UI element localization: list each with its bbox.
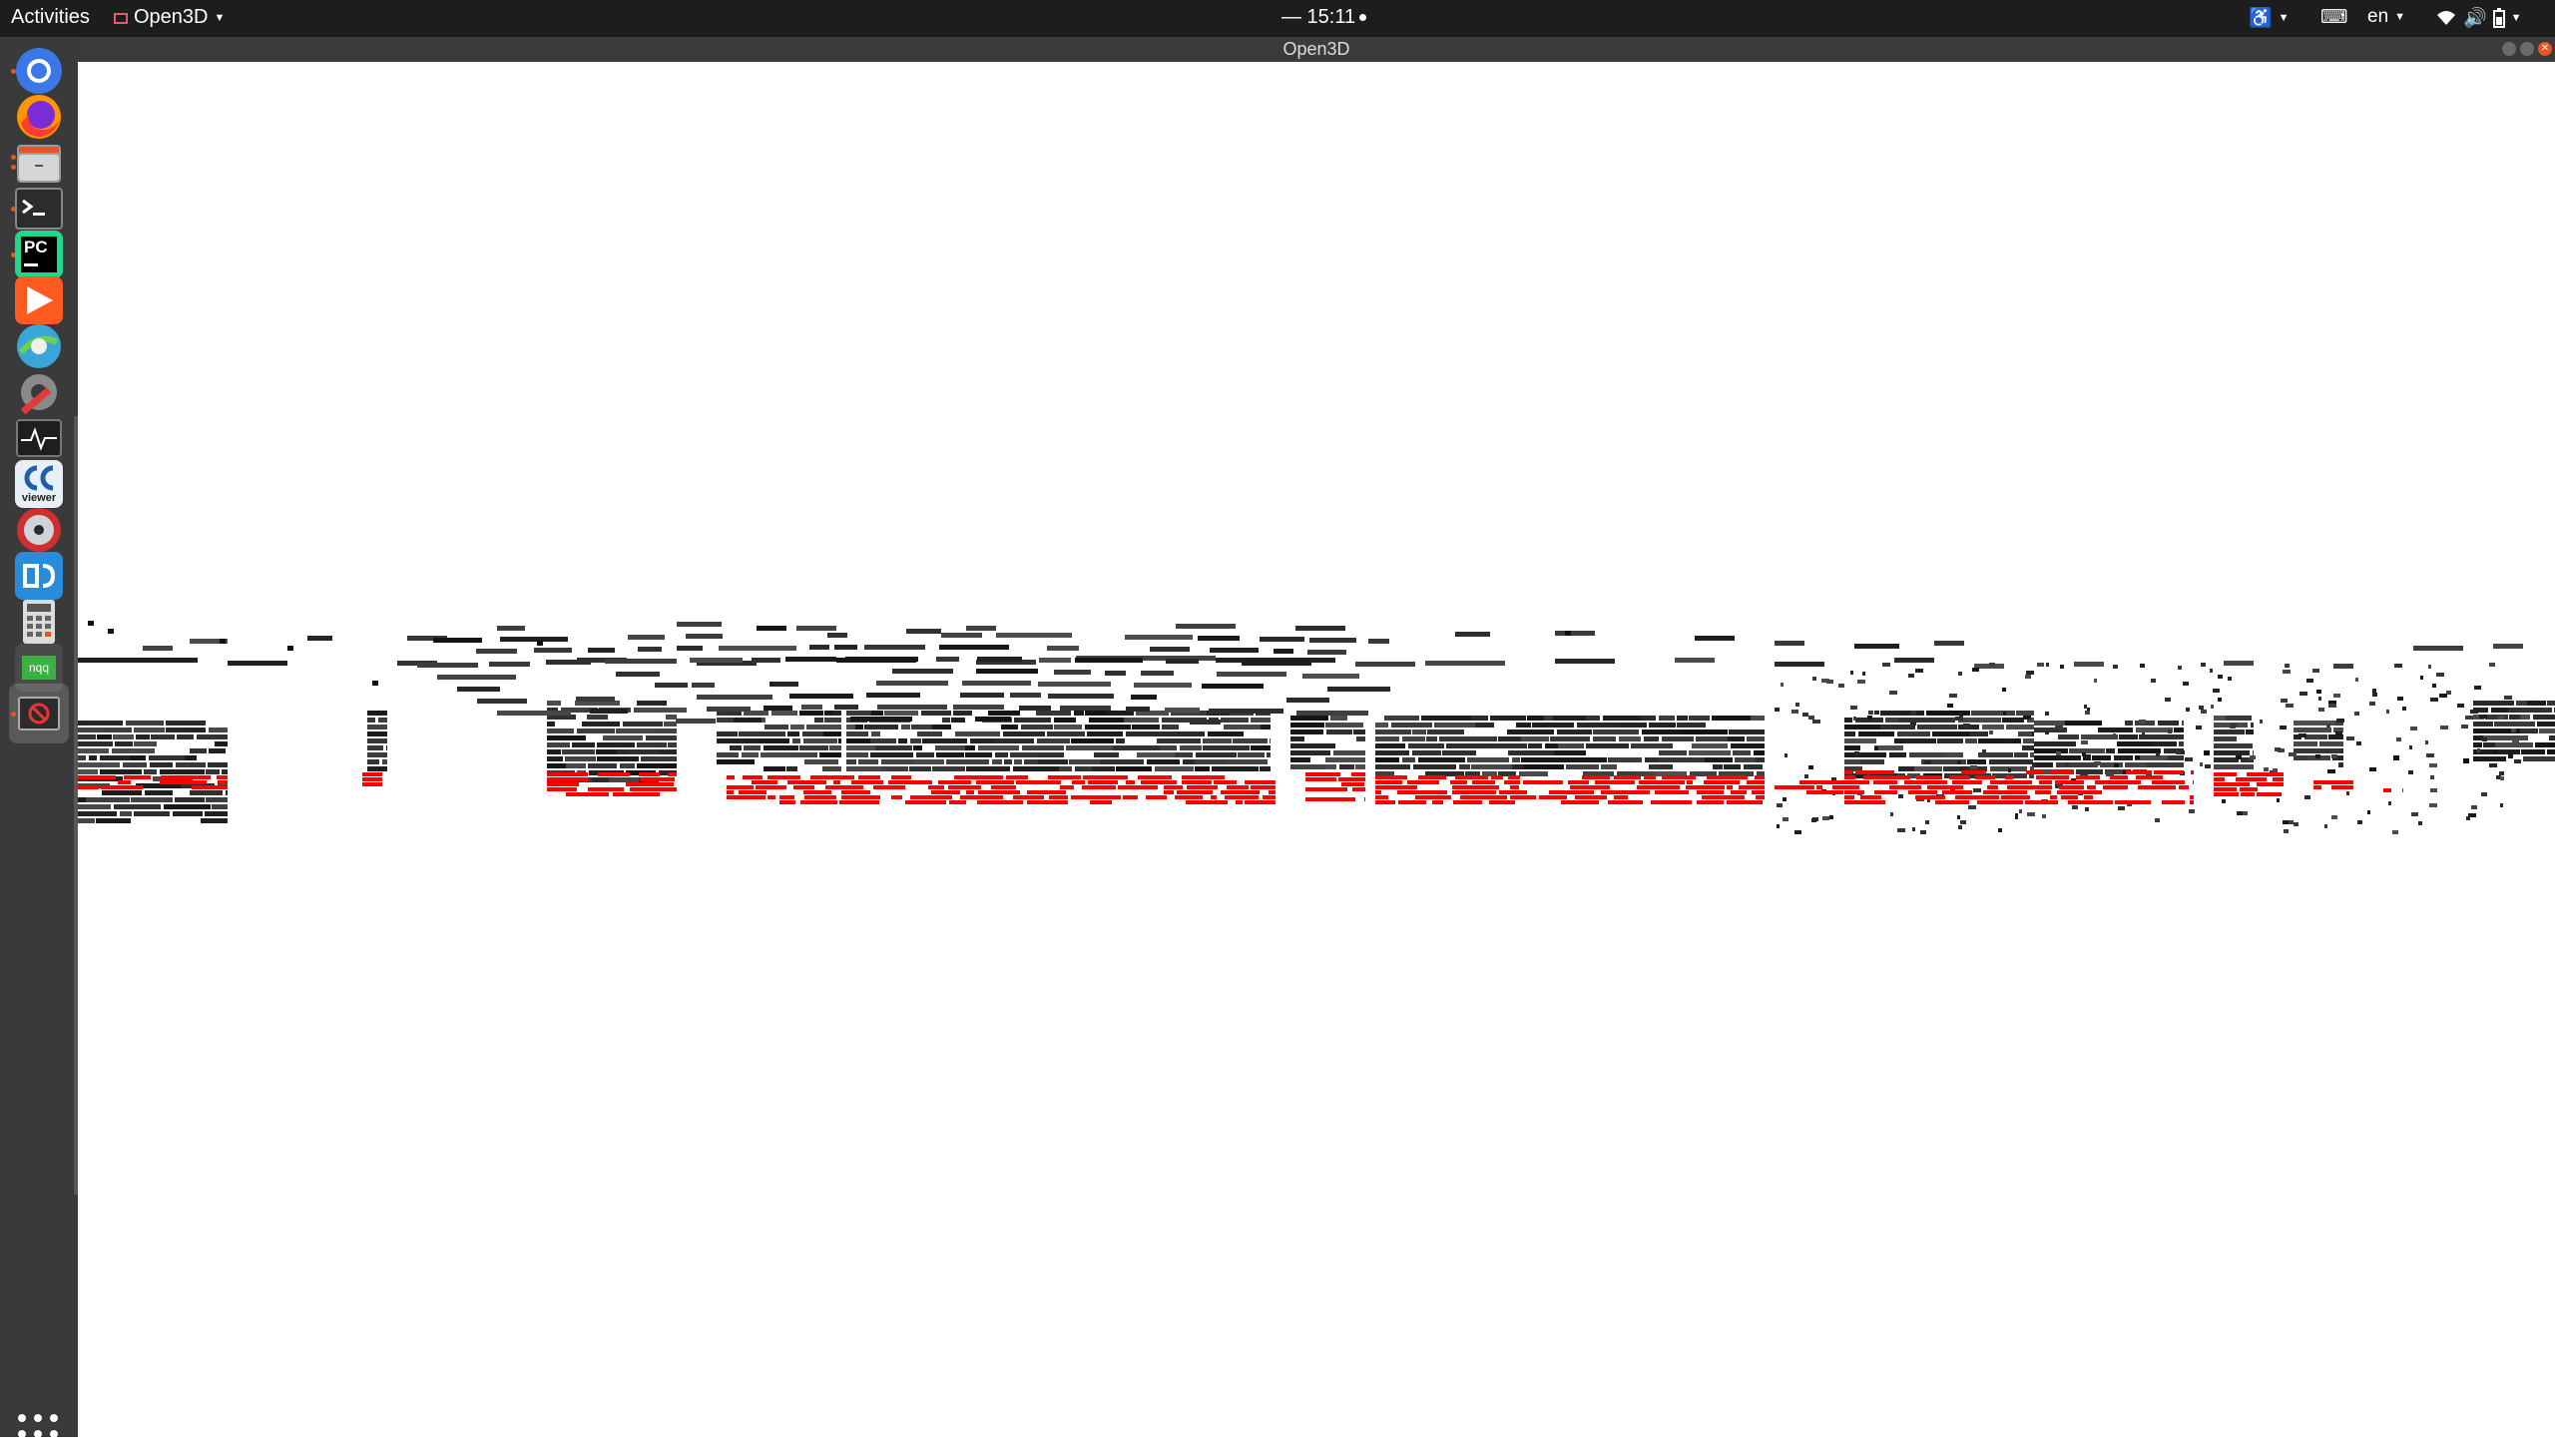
close-button[interactable]: ✕ [2538, 42, 2552, 56]
show-applications-button[interactable] [18, 1414, 60, 1456]
battery-icon [2492, 8, 2505, 28]
top-bar: Activities Open3D ▼ — 15:11 ♿ ▼ ⌨ en ▼ 🔊… [0, 0, 2555, 37]
point-cloud-viewer[interactable] [78, 62, 2555, 1437]
app-menu-label: Open3D [134, 6, 209, 28]
input-source-label: en [2367, 6, 2389, 27]
window-icon [114, 13, 128, 24]
keyboard-indicator[interactable]: ⌨ [2320, 6, 2347, 29]
point-cloud-canvas[interactable] [78, 62, 2555, 1437]
ground-points [78, 770, 2403, 804]
open3d-window-icon [15, 690, 63, 737]
system-menu[interactable]: 🔊 ▼ [2435, 6, 2522, 30]
chevron-down-icon: ▼ [214, 11, 226, 24]
keyboard-icon: ⌨ [2320, 7, 2348, 28]
maximize-button[interactable] [2520, 42, 2534, 56]
accessibility-icon: ♿ [2249, 8, 2273, 29]
chevron-down-icon: ▼ [2394, 11, 2406, 23]
minimize-button[interactable] [2502, 42, 2516, 56]
app-menu[interactable]: Open3D ▼ [114, 6, 225, 29]
chevron-down-icon: ▼ [2510, 12, 2522, 24]
dock: PC viewer nqq [0, 37, 78, 1454]
chevron-down-icon: ▼ [2278, 12, 2290, 24]
activities-button[interactable]: Activities [11, 6, 90, 29]
nqq-label: nqq [22, 656, 56, 680]
pycharm-label: PC [24, 238, 48, 256]
accessibility-menu[interactable]: ♿ ▼ [2249, 6, 2290, 30]
notification-dot-icon [1359, 14, 1367, 22]
clock-label: — 15:11 [1281, 6, 1356, 28]
window-title: Open3D [1282, 39, 1350, 59]
volume-icon: 🔊 [2463, 8, 2487, 29]
dock-item-open3d[interactable] [9, 684, 69, 743]
clock[interactable]: — 15:11 [1281, 6, 1367, 29]
window-titlebar[interactable]: Open3D ✕ [78, 37, 2555, 62]
wifi-icon [2437, 11, 2455, 25]
input-source-menu[interactable]: en ▼ [2367, 6, 2405, 28]
